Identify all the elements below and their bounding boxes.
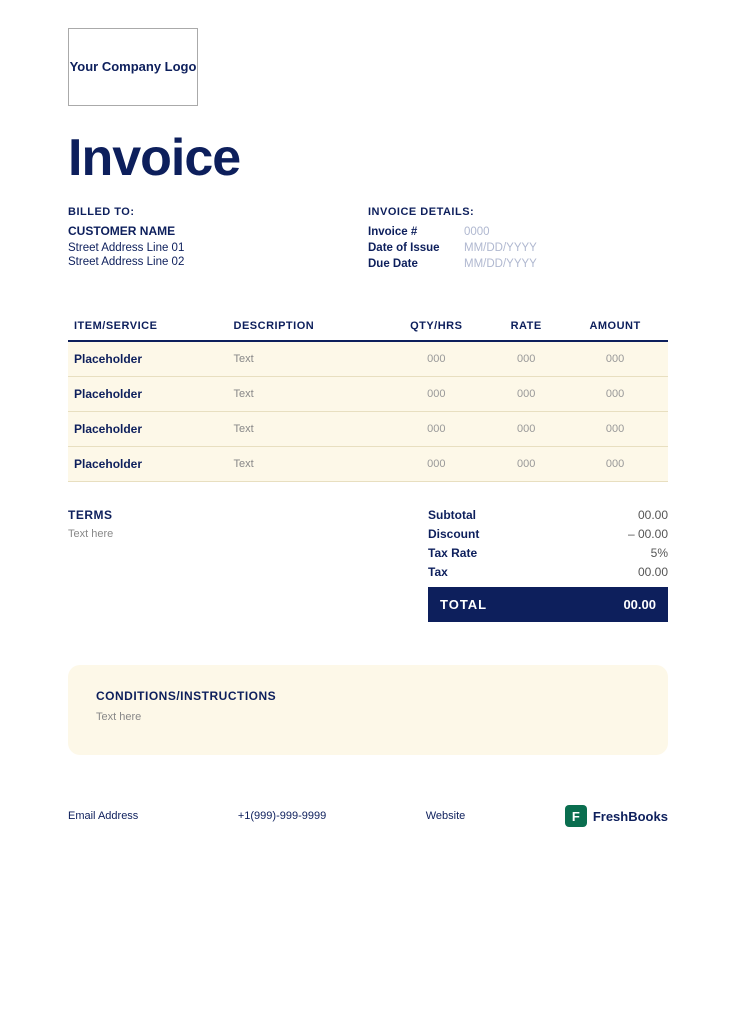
row-0-item: Placeholder xyxy=(68,341,228,377)
table-row: Placeholder Text 000 000 000 xyxy=(68,412,668,447)
conditions-label: CONDITIONS/INSTRUCTIONS xyxy=(96,689,640,703)
invoice-number-key: Invoice # xyxy=(368,226,458,238)
table-row: Placeholder Text 000 000 000 xyxy=(68,447,668,482)
company-logo: Your Company Logo xyxy=(68,28,198,106)
tax-val: 00.00 xyxy=(638,565,668,579)
billed-to-block: BILLED TO: CUSTOMER NAME Street Address … xyxy=(68,206,368,274)
freshbooks-brand-name: FreshBooks xyxy=(593,809,668,824)
billing-section: BILLED TO: CUSTOMER NAME Street Address … xyxy=(0,206,736,274)
billed-to-label: BILLED TO: xyxy=(68,206,368,218)
date-of-issue-row: Date of Issue MM/DD/YYYY xyxy=(368,242,537,254)
tax-key: Tax xyxy=(428,565,448,579)
terms-label: TERMS xyxy=(68,508,398,522)
row-3-desc: Text xyxy=(228,447,383,482)
header: Your Company Logo Invoice xyxy=(0,0,736,188)
row-1-desc: Text xyxy=(228,377,383,412)
due-date-key: Due Date xyxy=(368,258,458,270)
table-row: Placeholder Text 000 000 000 xyxy=(68,377,668,412)
invoice-details-label: INVOICE DETAILS: xyxy=(368,206,474,218)
col-item: ITEM/SERVICE xyxy=(68,312,228,341)
footer-email: Email Address xyxy=(68,810,138,822)
col-amount: AMOUNT xyxy=(562,312,668,341)
due-date-val: MM/DD/YYYY xyxy=(464,258,537,270)
discount-key: Discount xyxy=(428,527,479,541)
subtotal-row: Subtotal 00.00 xyxy=(428,508,668,522)
table-header-row: ITEM/SERVICE DESCRIPTION QTY/HRS RATE AM… xyxy=(68,312,668,341)
terms-block: TERMS Text here xyxy=(68,508,428,627)
address-line-1: Street Address Line 01 xyxy=(68,242,368,254)
totals-block: Subtotal 00.00 Discount – 00.00 Tax Rate… xyxy=(428,508,668,627)
footer-website: Website xyxy=(426,810,466,822)
footer-phone: +1(999)-999-9999 xyxy=(238,810,326,822)
row-2-qty: 000 xyxy=(382,412,490,447)
row-2-amount: 000 xyxy=(562,412,668,447)
terms-text: Text here xyxy=(68,528,398,540)
customer-name: CUSTOMER NAME xyxy=(68,224,368,238)
subtotal-val: 00.00 xyxy=(638,508,668,522)
date-of-issue-key: Date of Issue xyxy=(368,242,458,254)
row-1-item: Placeholder xyxy=(68,377,228,412)
row-2-rate: 000 xyxy=(490,412,562,447)
invoice-title: Invoice xyxy=(68,128,668,188)
row-1-rate: 000 xyxy=(490,377,562,412)
invoice-details-block: INVOICE DETAILS: Invoice # 0000 Date of … xyxy=(368,206,668,274)
row-1-qty: 000 xyxy=(382,377,490,412)
table-row: Placeholder Text 000 000 000 xyxy=(68,341,668,377)
row-0-rate: 000 xyxy=(490,341,562,377)
row-3-rate: 000 xyxy=(490,447,562,482)
address-line-2: Street Address Line 02 xyxy=(68,256,368,268)
due-date-row: Due Date MM/DD/YYYY xyxy=(368,258,537,270)
freshbooks-logo: F FreshBooks xyxy=(565,805,668,827)
footer: Email Address +1(999)-999-9999 Website F… xyxy=(0,783,736,847)
discount-val: – 00.00 xyxy=(628,527,668,541)
taxrate-key: Tax Rate xyxy=(428,546,477,560)
row-0-amount: 000 xyxy=(562,341,668,377)
date-of-issue-val: MM/DD/YYYY xyxy=(464,242,537,254)
row-3-item: Placeholder xyxy=(68,447,228,482)
freshbooks-icon: F xyxy=(565,805,587,827)
row-2-item: Placeholder xyxy=(68,412,228,447)
table-section: ITEM/SERVICE DESCRIPTION QTY/HRS RATE AM… xyxy=(0,312,736,482)
row-0-desc: Text xyxy=(228,341,383,377)
tax-row: Tax 00.00 xyxy=(428,565,668,579)
total-key: TOTAL xyxy=(440,597,487,612)
conditions-text: Text here xyxy=(96,711,640,723)
row-3-amount: 000 xyxy=(562,447,668,482)
invoice-table: ITEM/SERVICE DESCRIPTION QTY/HRS RATE AM… xyxy=(68,312,668,482)
taxrate-val: 5% xyxy=(651,546,668,560)
conditions-section: CONDITIONS/INSTRUCTIONS Text here xyxy=(68,665,668,755)
row-2-desc: Text xyxy=(228,412,383,447)
row-1-amount: 000 xyxy=(562,377,668,412)
col-rate: RATE xyxy=(490,312,562,341)
bottom-section: TERMS Text here Subtotal 00.00 Discount … xyxy=(0,486,736,627)
total-row: TOTAL 00.00 xyxy=(428,587,668,622)
invoice-number-row: Invoice # 0000 xyxy=(368,226,490,238)
subtotal-key: Subtotal xyxy=(428,508,476,522)
col-description: DESCRIPTION xyxy=(228,312,383,341)
invoice-page: Your Company Logo Invoice BILLED TO: CUS… xyxy=(0,0,736,1034)
freshbooks-icon-letter: F xyxy=(572,809,580,824)
row-3-qty: 000 xyxy=(382,447,490,482)
col-qty: QTY/HRS xyxy=(382,312,490,341)
row-0-qty: 000 xyxy=(382,341,490,377)
taxrate-row: Tax Rate 5% xyxy=(428,546,668,560)
discount-row: Discount – 00.00 xyxy=(428,527,668,541)
logo-text: Your Company Logo xyxy=(70,59,197,76)
invoice-number-val: 0000 xyxy=(464,226,490,238)
total-val: 00.00 xyxy=(623,597,656,612)
